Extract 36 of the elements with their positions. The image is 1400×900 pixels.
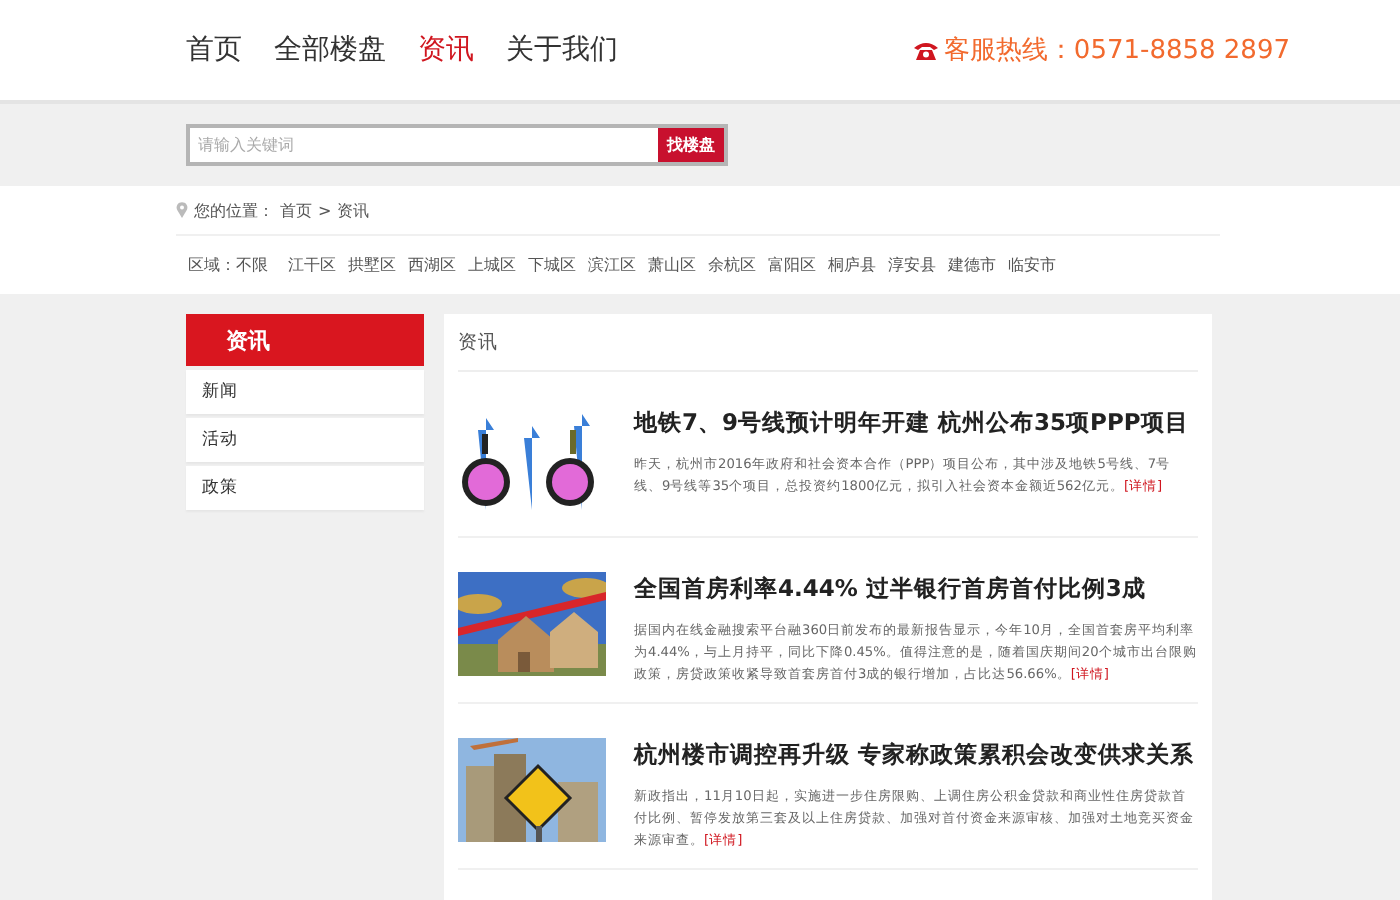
article-title[interactable]: 全国首房利率4.44% 过半银行首房首付比例3成 <box>634 574 1198 604</box>
region-option[interactable]: 下城区 <box>528 254 576 276</box>
phone-icon <box>911 39 940 61</box>
nav-link[interactable]: 全部楼盘 <box>274 32 386 68</box>
region-option[interactable]: 拱墅区 <box>348 254 396 276</box>
breadcrumb-separator: > <box>318 201 332 219</box>
nav-link[interactable]: 首页 <box>186 32 242 68</box>
region-option[interactable]: 淳安县 <box>888 254 936 276</box>
region-option[interactable]: 不限 <box>236 254 268 276</box>
location-pin-icon <box>176 202 188 218</box>
sidebar-item[interactable]: 活动 <box>186 418 424 462</box>
region-option[interactable]: 西湖区 <box>408 254 456 276</box>
search-button[interactable]: 找楼盘 <box>658 128 724 162</box>
sidebar-item[interactable]: 政策 <box>186 466 424 510</box>
hotline-text: 客服热线：0571-8858 2897 <box>943 34 1290 68</box>
region-option[interactable]: 桐庐县 <box>828 254 876 276</box>
search-field[interactable]: 请输入关键词 找楼盘 <box>186 124 728 166</box>
region-label: 区域： <box>188 254 236 276</box>
sidebar-title: 资讯 <box>186 314 424 366</box>
breadcrumb-link[interactable]: 首页 <box>280 199 312 221</box>
article-title[interactable]: 地铁7、9号线预计明年开建 杭州公布35项PPP项目 <box>634 408 1198 438</box>
region-option[interactable]: 滨江区 <box>588 254 636 276</box>
sidebar-item[interactable]: 新闻 <box>186 370 424 414</box>
region-option[interactable]: 萧山区 <box>648 254 696 276</box>
nav-link[interactable]: 资讯 <box>418 32 474 68</box>
region-option[interactable]: 富阳区 <box>768 254 816 276</box>
nav-link[interactable]: 关于我们 <box>506 32 618 68</box>
region-option[interactable]: 临安市 <box>1008 254 1056 276</box>
breadcrumb-link[interactable]: 资讯 <box>337 199 370 221</box>
article-title[interactable]: 杭州楼市调控再升级 专家称政策累积会改变供求关系 <box>634 740 1198 770</box>
region-option[interactable]: 上城区 <box>468 254 516 276</box>
region-option[interactable]: 江干区 <box>288 254 336 276</box>
panel-title: 资讯 <box>458 314 1198 372</box>
region-option[interactable]: 建德市 <box>948 254 996 276</box>
breadcrumb-label: 您的位置： <box>194 199 274 221</box>
region-option[interactable]: 余杭区 <box>708 254 756 276</box>
